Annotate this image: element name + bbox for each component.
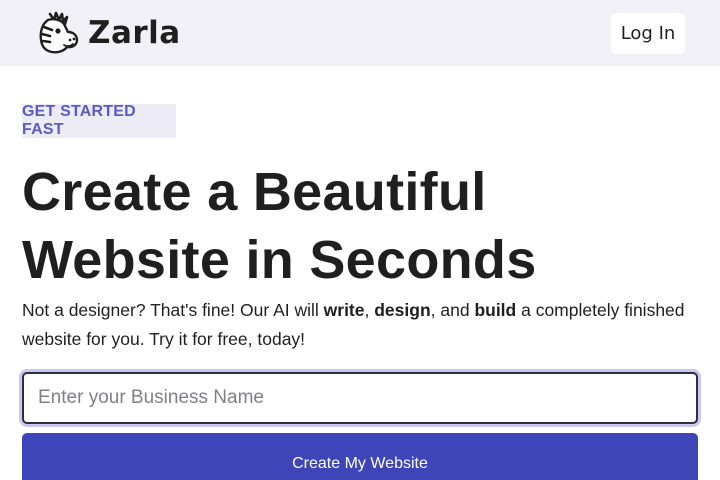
brand-name: Zarla xyxy=(88,15,181,51)
zebra-head-icon xyxy=(39,11,79,54)
business-name-input[interactable] xyxy=(22,372,698,424)
login-button[interactable]: Log In xyxy=(611,13,685,54)
hero-subtitle: Not a designer? That's fine! Our AI will… xyxy=(22,296,712,354)
subtitle-bold-write: write xyxy=(323,300,365,320)
hero-title: Create a Beautiful Website in Seconds xyxy=(22,158,702,294)
get-started-badge: GET STARTED FAST xyxy=(22,103,176,138)
brand-logo-link[interactable]: Zarla xyxy=(36,10,181,56)
hero-title-line-1: Create a Beautiful xyxy=(22,162,487,222)
hero-title-line-2: Website in Seconds xyxy=(22,230,537,290)
top-nav-bar: Zarla Log In xyxy=(0,0,720,66)
subtitle-bold-build: build xyxy=(474,300,517,320)
subtitle-text: Not a designer? That's fine! Our AI will xyxy=(22,300,324,320)
subtitle-text: , xyxy=(364,300,375,320)
create-my-website-button[interactable]: Create My Website xyxy=(22,433,698,480)
subtitle-text: , and xyxy=(430,300,475,320)
subtitle-bold-design: design xyxy=(374,300,431,320)
